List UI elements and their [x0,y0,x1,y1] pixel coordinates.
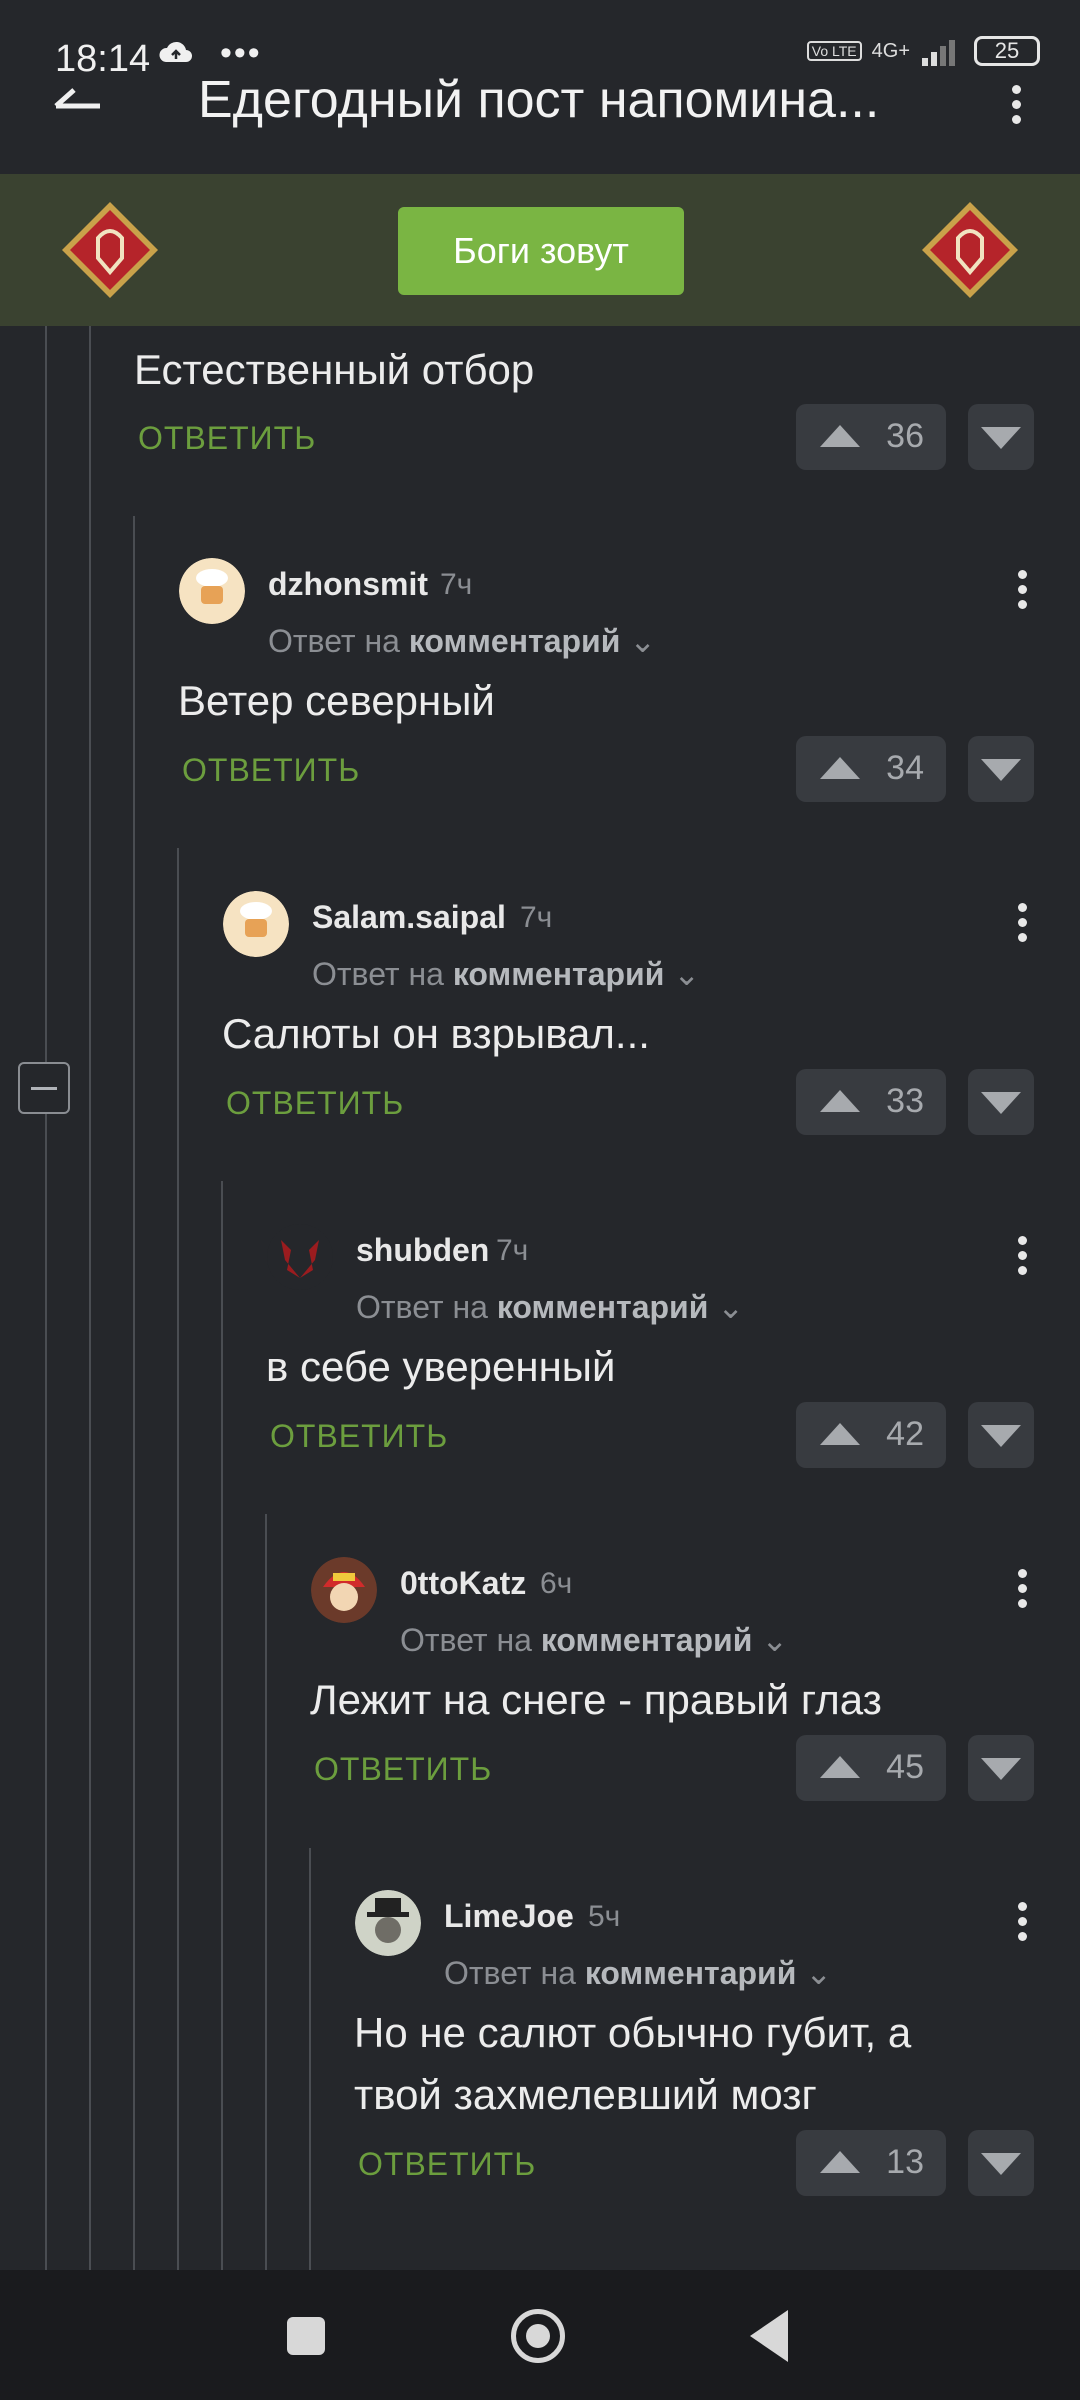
reply-to[interactable]: Ответ на комментарий ⌄ [356,1288,744,1326]
status-icons: Vo LTE 4G+ 25 [806,36,1040,66]
collapse-thread-button[interactable] [18,1062,70,1114]
page-title: Едегодный пост напомина... [198,71,880,129]
status-time: 18:14 [55,38,151,80]
reply-button[interactable]: ОТВЕТИТЬ [358,2146,536,2183]
username[interactable]: LimeJoe [444,1898,574,1935]
thread-line[interactable] [133,516,135,2270]
thread-line[interactable] [177,848,179,2270]
downvote-button[interactable] [968,1069,1034,1135]
downvote-button[interactable] [968,404,1034,470]
reply-to[interactable]: Ответ на комментарий ⌄ [400,1621,788,1659]
username[interactable]: shubden [356,1232,489,1269]
reply-button[interactable]: ОТВЕТИТЬ [226,1085,404,1122]
gods-call-button[interactable]: Боги зовут [398,207,684,295]
comment-text: Ветер северный [178,677,495,724]
comment-text: Салюты он взрывал... [222,1010,650,1057]
upvote-button[interactable]: 13 [796,2130,946,2196]
comment-text-line: твой захмелевший мозг [354,2071,817,2118]
system-nav-bar [0,2270,1080,2400]
comment-text: Но не салют обычно губит, а твой захмеле… [354,2002,911,2126]
reply-button[interactable]: ОТВЕТИТЬ [182,752,360,789]
avatar[interactable] [311,1557,377,1623]
chevron-down-icon: ⌄ [717,1289,745,1325]
username[interactable]: dzhonsmit [268,566,428,603]
comment-time: 7ч [496,1234,529,1267]
battery-icon: 25 [974,36,1040,66]
reply-to[interactable]: Ответ на комментарий ⌄ [444,1954,832,1992]
comment-time: 7ч [440,568,473,601]
chevron-down-icon: ⌄ [805,1955,833,1991]
upvote-icon [820,425,860,447]
comment-time: 6ч [540,1567,573,1600]
upvote-button[interactable]: 34 [796,736,946,802]
status-more-icon: ••• [220,34,262,72]
vote-count: 13 [886,2143,924,2181]
signal-icon [922,40,955,66]
chevron-down-icon: ⌄ [761,1622,789,1658]
comment-menu-icon[interactable] [1016,570,1028,615]
downvote-button[interactable] [968,736,1034,802]
comment-text: в себе уверенный [266,1343,616,1390]
comment-menu-icon[interactable] [1016,1902,1028,1947]
comment-text: Естественный отбор [134,346,535,393]
reply-to[interactable]: Ответ на комментарий ⌄ [312,955,700,993]
horde-emblem-icon [922,202,1018,298]
comment-text: Лежит на снеге - правый глаз [310,1676,882,1723]
upvote-button[interactable]: 36 [796,404,946,470]
avatar[interactable] [355,1890,421,1956]
downvote-button[interactable] [968,1402,1034,1468]
comment-menu-icon[interactable] [1016,903,1028,948]
upvote-icon [820,1423,860,1445]
network-type: 4G+ [871,39,910,62]
avatar[interactable] [179,558,245,624]
upvote-icon [820,1756,860,1778]
thread-line[interactable] [45,326,47,2270]
avatar[interactable] [267,1224,333,1290]
vote-count: 45 [886,1748,924,1786]
downvote-button[interactable] [968,2130,1034,2196]
vote-count: 36 [886,417,924,455]
comment-text-line: Но не салют обычно губит, а [354,2009,912,2056]
reply-button[interactable]: ОТВЕТИТЬ [270,1418,448,1455]
recents-icon[interactable] [287,2317,325,2355]
comment-menu-icon[interactable] [1016,1569,1028,1614]
comment-time: 5ч [588,1900,621,1933]
upvote-button[interactable]: 45 [796,1735,946,1801]
thread-line[interactable] [265,1514,267,2270]
reply-to[interactable]: Ответ на комментарий ⌄ [268,622,656,660]
comment-time: 7ч [520,901,553,934]
back-triangle-icon[interactable] [750,2310,788,2362]
comment-menu-icon[interactable] [1016,1236,1028,1281]
home-icon[interactable] [511,2309,565,2363]
vote-count: 34 [886,749,924,787]
more-options-icon[interactable] [1010,85,1022,125]
volte-icon: Vo LTE [806,41,862,61]
vote-count: 33 [886,1082,924,1120]
vote-count: 42 [886,1415,924,1453]
thread-line[interactable] [89,326,91,2270]
reply-button[interactable]: ОТВЕТИТЬ [138,420,316,457]
reply-button[interactable]: ОТВЕТИТЬ [314,1751,492,1788]
avatar[interactable] [223,891,289,957]
cloud-upload-icon [159,41,192,62]
comment-thread: Естественный отбор ОТВЕТИТЬ 36 dzhonsmit… [0,326,1080,2270]
username[interactable]: Salam.saipal [312,899,506,936]
back-arrow-icon[interactable] [52,86,102,126]
username[interactable]: 0ttoKatz [400,1565,526,1602]
upvote-button[interactable]: 33 [796,1069,946,1135]
chevron-down-icon: ⌄ [673,956,701,992]
upvote-icon [820,757,860,779]
upvote-icon [820,2151,860,2173]
thread-line[interactable] [309,1848,311,2270]
chevron-down-icon: ⌄ [629,623,657,659]
top-bar: 18:14 ••• Vo LTE 4G+ 25 Едегодный пост н… [0,0,1080,174]
thread-line[interactable] [221,1181,223,2270]
downvote-button[interactable] [968,1735,1034,1801]
horde-emblem-icon [62,202,158,298]
upvote-button[interactable]: 42 [796,1402,946,1468]
upvote-icon [820,1090,860,1112]
